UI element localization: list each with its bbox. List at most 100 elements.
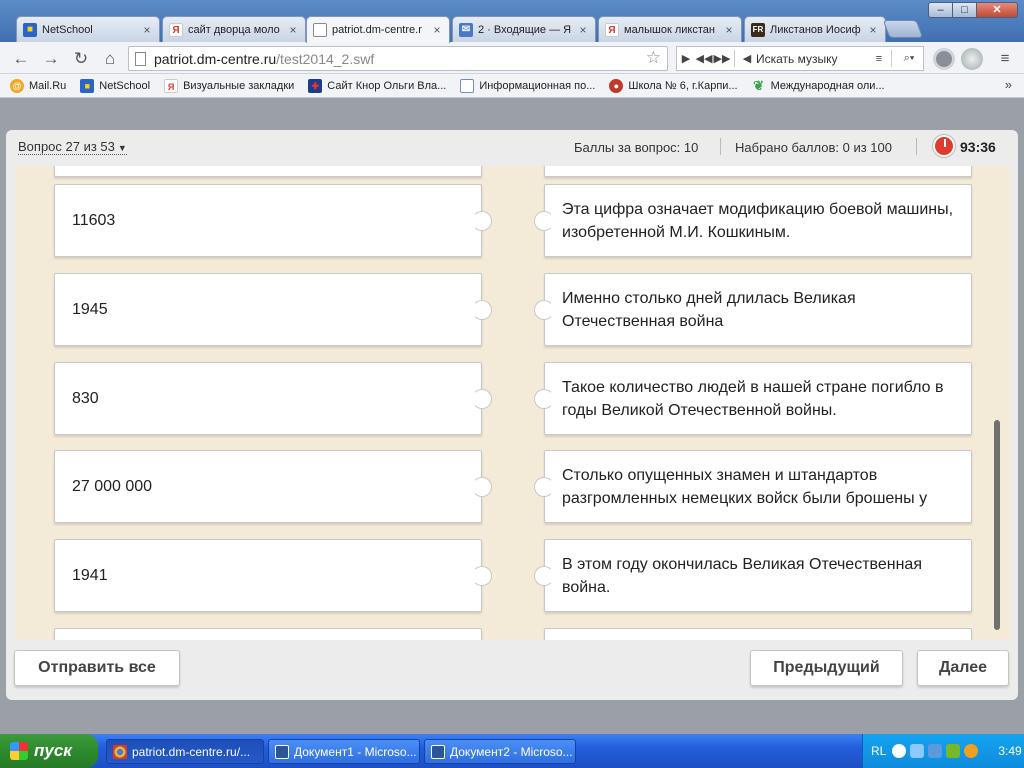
back-button[interactable]: ← xyxy=(10,48,32,70)
right-item-text: Такое количество людей в нашей стране по… xyxy=(562,379,944,419)
search-icon[interactable]: ⌕▾ xyxy=(895,52,923,65)
submit-all-button[interactable]: Отправить все xyxy=(14,650,180,686)
close-tab-icon[interactable]: × xyxy=(431,23,443,37)
matching-right-card[interactable]: Такое количество людей в нашей стране по… xyxy=(534,362,972,435)
maximize-button[interactable]: □ xyxy=(952,2,977,18)
matching-right-card[interactable] xyxy=(544,166,972,177)
bookmark-label: Международная оли... xyxy=(770,79,885,92)
bookmark-olympiad[interactable]: ❦ Международная оли... xyxy=(752,77,885,93)
home-button[interactable]: ⌂ xyxy=(99,48,121,70)
update-icon[interactable] xyxy=(964,744,979,758)
tab-dvorets[interactable]: Я сайт дворца моло × xyxy=(162,16,306,42)
new-tab-button[interactable] xyxy=(882,20,924,38)
matching-right-card[interactable] xyxy=(544,628,972,640)
bookmark-visual[interactable]: Я Визуальные закладки xyxy=(164,78,294,93)
taskbar-item-chrome[interactable]: patriot.dm-centre.ru/... xyxy=(106,739,264,764)
page-icon xyxy=(460,78,475,93)
bookmarks-bar: @ Mail.Ru ■ NetSchool Я Визуальные закла… xyxy=(0,74,1024,98)
timer-icon xyxy=(933,135,955,157)
close-tab-icon[interactable]: × xyxy=(141,23,153,37)
quiz-player: Вопрос 27 из 53 ▼ Баллы за вопрос: 10 Наб… xyxy=(6,130,1018,700)
rewind-icon[interactable]: ◀◀ xyxy=(695,52,713,65)
tab-mail[interactable]: ✉ 2 · Входящие — Я × xyxy=(452,16,596,42)
tab-netschool[interactable]: ■ NetSchool × xyxy=(16,16,160,42)
uk-flag-icon: ✚ xyxy=(308,78,323,93)
language-indicator[interactable]: RL xyxy=(871,744,886,758)
matching-right-card[interactable]: В этом году окончилась Великая Отечестве… xyxy=(534,539,972,612)
url-path: /test2014_2.swf xyxy=(276,50,375,67)
bookmark-school[interactable]: ● Школа № 6, г.Карпи... xyxy=(609,78,738,93)
music-search-extension[interactable]: ▶ ◀◀ ▶▶ ◀ Искать музыку ≡ ⌕▾ xyxy=(676,46,924,71)
netschool-icon: ■ xyxy=(80,78,95,93)
bookmark-star-icon[interactable]: ☆ xyxy=(646,48,661,68)
previous-button[interactable]: Предыдущий xyxy=(750,650,903,686)
scrollbar-thumb[interactable] xyxy=(994,420,1000,630)
close-tab-icon[interactable]: × xyxy=(723,23,735,37)
taskbar-item-doc1[interactable]: Документ1 - Microso... xyxy=(268,739,420,764)
close-tab-icon[interactable]: × xyxy=(867,23,879,37)
matching-left-card[interactable]: 1941 xyxy=(54,539,492,612)
matching-left-card[interactable] xyxy=(54,628,482,640)
close-tab-icon[interactable]: × xyxy=(577,23,589,37)
bookmark-netschool[interactable]: ■ NetSchool xyxy=(80,78,150,93)
matching-left-card[interactable]: 27 000 000 xyxy=(54,450,492,523)
tab-malyshok[interactable]: Я малышок ликстан × xyxy=(598,16,742,42)
windows-taskbar: пуск patriot.dm-centre.ru/... Документ1 … xyxy=(0,734,1024,768)
matching-right-card[interactable]: Столько опущенных знамен и штандартов ра… xyxy=(534,450,972,523)
fast-forward-icon[interactable]: ▶▶ xyxy=(713,52,731,65)
network-icon[interactable] xyxy=(910,744,925,758)
monitor-icon[interactable] xyxy=(928,744,943,758)
left-item-text: 27 000 000 xyxy=(72,477,153,495)
reload-button[interactable]: ↻ xyxy=(70,48,92,70)
matching-left-card[interactable] xyxy=(54,166,482,177)
puzzle-tab xyxy=(472,300,492,320)
school-icon: ● xyxy=(609,78,624,93)
minimize-button[interactable]: ‒ xyxy=(928,2,953,18)
url-host: patriot.dm-centre.ru xyxy=(154,50,277,67)
taskbar-item-doc2[interactable]: Документ2 - Microso... xyxy=(424,739,576,764)
task-title: Документ1 - Microso... xyxy=(294,744,417,759)
bookmark-mailru[interactable]: @ Mail.Ru xyxy=(10,78,66,93)
tab-title: сайт дворца моло xyxy=(188,23,280,36)
forward-button[interactable]: → xyxy=(40,48,62,70)
tray-arrow-icon[interactable] xyxy=(892,744,907,758)
mailru-icon: @ xyxy=(10,78,24,93)
home-icon: ⌂ xyxy=(104,49,116,68)
netschool-icon: ■ xyxy=(23,22,37,37)
bookmark-label: Школа № 6, г.Карпи... xyxy=(628,79,738,92)
question-selector[interactable]: Вопрос 27 из 53 ▼ xyxy=(18,139,127,155)
start-label: пуск xyxy=(34,741,72,760)
bookmark-knor[interactable]: ✚ Сайт Кнор Ольги Вла... xyxy=(308,78,446,93)
right-item-text: В этом году окончилась Великая Отечестве… xyxy=(562,556,922,596)
matching-left-card[interactable]: 11603 xyxy=(54,184,492,257)
task-title: Документ2 - Microso... xyxy=(450,744,573,759)
address-bar[interactable]: patriot.dm-centre.ru/test2014_2.swf ☆ xyxy=(128,46,668,71)
divider xyxy=(891,50,892,67)
close-window-button[interactable]: ✕ xyxy=(976,2,1018,18)
mail-icon: ✉ xyxy=(459,22,473,37)
volume-icon[interactable]: ◀ xyxy=(738,52,756,65)
menu-lines-icon[interactable]: ≡ xyxy=(870,53,888,65)
tab-title: малышок ликстан xyxy=(624,23,715,36)
matching-left-card[interactable]: 830 xyxy=(54,362,492,435)
bookmark-info[interactable]: Информационная по... xyxy=(460,78,595,93)
nvidia-icon[interactable] xyxy=(946,744,961,758)
next-button[interactable]: Далее xyxy=(917,650,1009,686)
matching-right-card[interactable]: Именно столько дней длилась Великая Отеч… xyxy=(534,273,972,346)
puzzle-tab xyxy=(472,389,492,409)
matching-right-card[interactable]: Эта цифра означает модификацию боевой ма… xyxy=(534,184,972,257)
close-tab-icon[interactable]: × xyxy=(287,23,299,37)
puzzle-slot xyxy=(534,300,554,320)
extension-badge-icon[interactable] xyxy=(961,48,983,70)
web-content: Вопрос 27 из 53 ▼ Баллы за вопрос: 10 Наб… xyxy=(0,98,1024,734)
chrome-menu-button[interactable]: ≡ xyxy=(994,48,1016,70)
play-icon[interactable]: ▶ xyxy=(677,52,695,65)
leaf-icon: ❦ xyxy=(753,77,765,93)
start-button[interactable]: пуск xyxy=(0,734,98,768)
extension-icon[interactable] xyxy=(933,48,955,70)
tab-patriot[interactable]: patriot.dm-centre.r × xyxy=(306,16,450,43)
music-search-label[interactable]: Искать музыку xyxy=(756,52,870,66)
tab-likstanov[interactable]: FR Ликстанов Иосиф × xyxy=(744,16,886,42)
bookmarks-more-button[interactable]: » xyxy=(1005,77,1012,92)
matching-left-card[interactable]: 1945 xyxy=(54,273,492,346)
